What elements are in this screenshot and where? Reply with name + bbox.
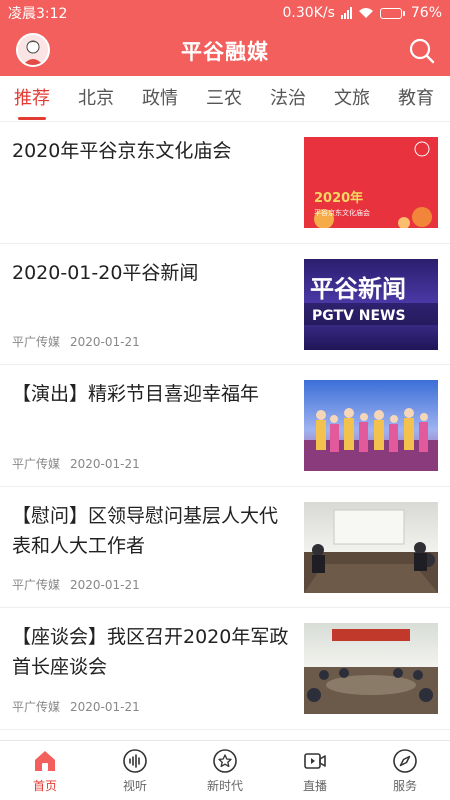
news-source: 平广传媒: [12, 335, 61, 349]
nav-home[interactable]: 首页: [0, 741, 90, 800]
news-thumbnail: [304, 501, 438, 593]
status-bar: 凌晨3:12 0.30K/s 76%: [0, 0, 450, 26]
compass-icon: [393, 748, 417, 773]
news-meta: 平广传媒 2020-01-21: [12, 333, 140, 350]
list-item[interactable]: 2020年平谷京东文化庙会 2020年 平谷京东文化庙会: [0, 122, 450, 244]
wifi-icon: [358, 8, 373, 18]
nav-new-era-label: 新时代: [206, 778, 243, 793]
thumb-news-text: 平谷新闻: [310, 275, 406, 303]
star-badge-icon: [213, 748, 237, 773]
news-feed: 2020年平谷京东文化庙会 2020年 平谷京东文化庙会 2020-01-20平…: [0, 122, 450, 740]
thumb-festival-year: 2020年: [314, 190, 363, 206]
news-meta: 平广传媒 2020-01-21: [12, 455, 140, 472]
tab-culture-tourism[interactable]: 文旅: [320, 76, 384, 121]
tab-education[interactable]: 教育: [384, 76, 448, 121]
avatar[interactable]: [16, 33, 50, 67]
news-title: 【座谈会】我区召开2020年军政首长座谈会: [12, 626, 289, 678]
nav-services-label: 服务: [392, 778, 417, 793]
news-meta: 平广传媒 2020-01-21: [12, 576, 140, 593]
news-meta: 平广传媒 2020-01-21: [12, 698, 140, 715]
status-right: 0.30K/s 76%: [283, 5, 443, 21]
news-thumbnail: [304, 623, 438, 714]
news-thumbnail: 平谷新闻 PGTV NEWS: [304, 258, 438, 350]
news-thumbnail: 2020年 平谷京东文化庙会: [304, 137, 438, 228]
tab-agriculture[interactable]: 三农: [192, 76, 256, 121]
news-date: 2020-01-21: [70, 699, 140, 714]
network-speed: 0.30K/s: [282, 5, 335, 21]
news-date: 2020-01-21: [70, 578, 140, 592]
tab-recommend[interactable]: 推荐: [0, 76, 64, 121]
nav-new-era[interactable]: 新时代: [180, 741, 270, 800]
signal-icon: [340, 7, 352, 19]
news-source: 平广传媒: [12, 699, 61, 714]
status-time: 凌晨3:12: [8, 6, 68, 22]
nav-services[interactable]: 服务: [360, 741, 450, 800]
tab-beijing[interactable]: 北京: [64, 76, 128, 121]
news-title: 【演出】精彩节目喜迎幸福年: [12, 383, 260, 405]
news-date: 2020-01-21: [70, 335, 140, 349]
news-title: 2020年平谷京东文化庙会: [12, 140, 232, 162]
news-thumbnail: [304, 380, 438, 471]
list-item[interactable]: 2020-01-20平谷新闻 平广传媒 2020-01-21 平谷新闻 PGTV …: [0, 244, 450, 365]
news-title: 【慰问】区领导慰问基层人大代表和人大工作者: [12, 504, 279, 557]
tab-politics[interactable]: 政情: [128, 76, 192, 121]
nav-live[interactable]: 直播: [270, 741, 360, 800]
audio-wave-icon: [123, 748, 147, 773]
list-item[interactable]: 【演出】精彩节目喜迎幸福年 平广传媒 2020-01-21: [0, 365, 450, 487]
news-date: 2020-01-21: [70, 456, 140, 471]
nav-audio-video[interactable]: 视听: [90, 741, 180, 800]
user-avatar-icon: [18, 35, 48, 65]
battery-percent: 76%: [410, 5, 442, 21]
list-item[interactable]: 【慰问】区领导慰问基层人大代表和人大工作者 平广传媒 2020-01-21: [0, 487, 450, 608]
video-camera-icon: [304, 752, 326, 769]
search-icon[interactable]: [408, 37, 436, 65]
app-title: 平谷融媒: [181, 40, 269, 64]
list-item[interactable]: 【座谈会】我区召开2020年军政首长座谈会 平广传媒 2020-01-21: [0, 608, 450, 730]
news-source: 平广传媒: [12, 578, 61, 592]
battery-icon: [379, 7, 405, 19]
home-icon: [35, 750, 55, 771]
bottom-nav: 首页 视听 新时代 直播 服务: [0, 740, 450, 800]
thumb-news-sub: PGTV NEWS: [312, 308, 406, 324]
tab-law[interactable]: 法治: [256, 76, 320, 121]
thumb-festival-sub: 平谷京东文化庙会: [314, 208, 370, 217]
nav-home-label: 首页: [32, 778, 57, 793]
news-source: 平广传媒: [12, 456, 61, 471]
category-tabs: 推荐 北京 政情 三农 法治 文旅 教育: [0, 76, 450, 122]
nav-audio-video-label: 视听: [122, 778, 147, 793]
nav-live-label: 直播: [302, 778, 327, 793]
news-title: 2020-01-20平谷新闻: [12, 261, 199, 284]
app-header: 平谷融媒: [0, 26, 450, 76]
